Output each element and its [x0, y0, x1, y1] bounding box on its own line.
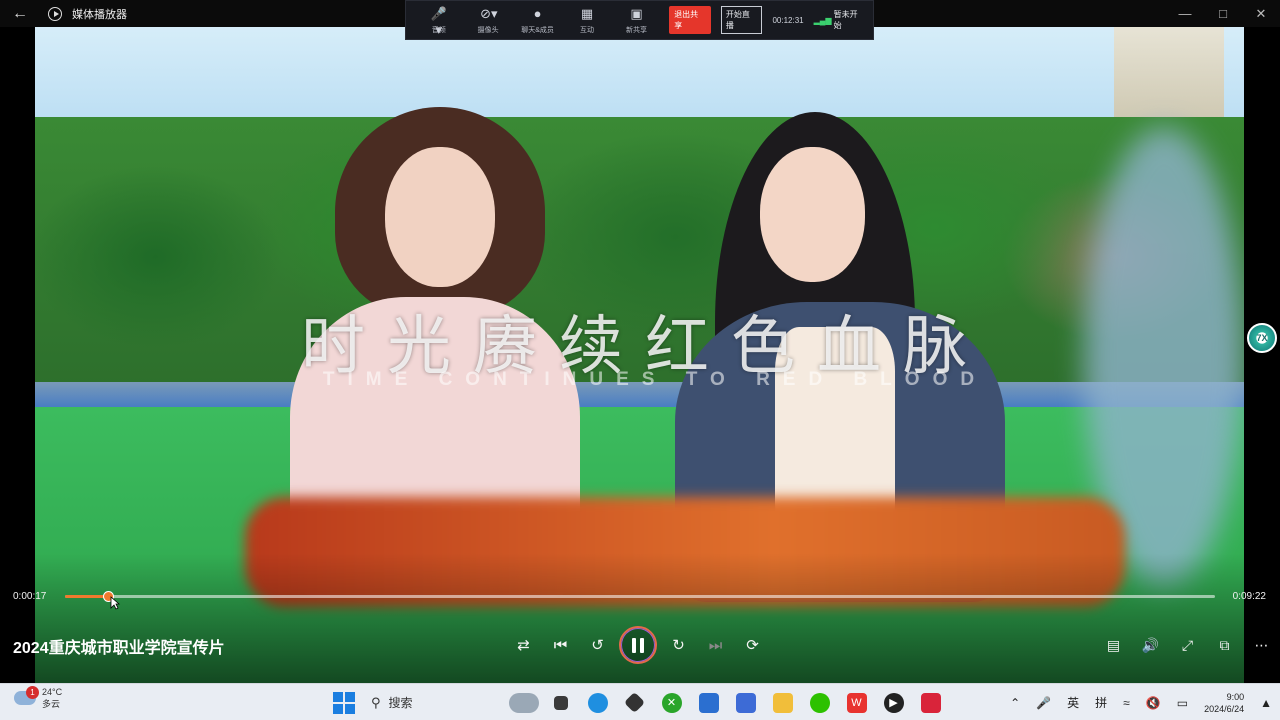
clock-time: 9:00 [1226, 691, 1245, 702]
total-time: 0:09:22 [1232, 591, 1266, 602]
floating-assistant-icon[interactable]: 7X [1247, 323, 1277, 353]
start-live-button[interactable]: 开始直播 [720, 6, 763, 34]
cube-app-icon[interactable] [616, 684, 653, 720]
meeting-status: ▂▄▆ 暂未开始 [814, 9, 865, 31]
meeting-toolbar: 🎤▾ 音频 ⊘▾ 摄像头 ● 聊天&成员 ▦ 互动 ▣ 新共享 退出共享 开始直… [405, 0, 874, 40]
taskbar: 1 24°C 多云 ⚲ 搜索 ✕ W ▶ ⌃ 🎤 英 拼 ≈ 🔇 ▭ 9:00 … [0, 683, 1280, 720]
grid-icon: ▦ [580, 5, 594, 21]
previous-icon[interactable]: ⏮ [542, 624, 579, 666]
system-tray: ⌃ 🎤 英 拼 ≈ 🔇 ▭ 9:00 2024/6/24 ▲ [1002, 684, 1280, 720]
file-explorer-icon[interactable] [764, 684, 801, 720]
camera-off-icon: ⊘▾ [480, 5, 498, 21]
clock-date: 2024/6/24 [1204, 703, 1245, 714]
meeting-members-label: 聊天&成员 [521, 26, 554, 34]
search-placeholder: 搜索 [388, 696, 413, 710]
wifi-icon[interactable]: ≈ [1115, 696, 1138, 710]
seek-bar[interactable] [65, 591, 1215, 602]
maximize-icon[interactable]: □ [1204, 0, 1242, 27]
mini-player-icon[interactable]: ⧉ [1206, 624, 1243, 666]
meeting-audio-label: 音频 [431, 26, 446, 34]
store-icon[interactable] [690, 684, 727, 720]
play-pause-button[interactable] [616, 624, 660, 666]
editor-app-icon[interactable] [727, 684, 764, 720]
close-icon[interactable]: ✕ [1242, 0, 1280, 27]
xbox-icon[interactable]: ✕ [653, 684, 690, 720]
weather-condition: 多云 [42, 699, 61, 709]
meeting-camera-label: 摄像头 [477, 26, 499, 34]
meeting-share-label: 新共享 [625, 26, 647, 34]
clock[interactable]: 9:00 2024/6/24 [1196, 691, 1252, 715]
floating-assistant-label: 7X [1256, 333, 1268, 343]
playback-controls: ⇄ ⏮ ↺ ↻ ⏭ ⟳ [505, 624, 771, 666]
cloud-icon: 1 [14, 686, 39, 705]
forward-30-icon[interactable]: ↻ [660, 624, 697, 666]
weather-scene-icon[interactable] [505, 684, 542, 720]
back-arrow-icon[interactable]: ← [0, 0, 40, 27]
volume-icon[interactable]: 🔊 [1132, 624, 1169, 666]
next-icon[interactable]: ⏭ [697, 624, 734, 666]
weather-temp: 24°C [42, 687, 63, 697]
window-controls: — □ ✕ [1166, 0, 1280, 27]
meeting-elapsed-time: 00:12:31 [772, 15, 804, 25]
repeat-icon[interactable]: ⟳ [734, 624, 771, 666]
seek-bar-row: 0:00:17 0:09:22 [0, 588, 1280, 606]
members-icon: ● [533, 5, 542, 21]
fullscreen-icon[interactable]: ⤢ [1169, 624, 1206, 666]
meeting-camera-button[interactable]: ⊘▾ 摄像头 [463, 1, 512, 39]
share-icon: ▣ [630, 5, 643, 21]
meeting-share-button[interactable]: ▣ 新共享 [612, 1, 661, 39]
media-player-app-icon [48, 6, 62, 21]
meeting-status-text: 暂未开始 [833, 10, 858, 30]
microphone-icon[interactable]: 🎤 [1028, 696, 1059, 710]
window-title: 媒体播放器 [72, 8, 127, 21]
edge-icon[interactable] [579, 684, 616, 720]
mouse-cursor-icon [110, 596, 120, 610]
notification-badge: 1 [26, 686, 39, 699]
video-person-left-face [385, 147, 495, 287]
minimize-icon[interactable]: — [1166, 0, 1204, 27]
language-indicator[interactable]: 英 [1059, 694, 1087, 711]
speaker-muted-icon[interactable]: 🔇 [1138, 696, 1169, 710]
weather-text: 24°C 多云 [42, 686, 62, 710]
rewind-10-icon[interactable]: ↺ [579, 624, 616, 666]
meeting-members-button[interactable]: ● 聊天&成员 [513, 1, 562, 39]
video-title: 2024重庆城市职业学院宣传片 [13, 640, 225, 657]
stop-share-button[interactable]: 退出共享 [669, 6, 711, 34]
mic-icon: 🎤▾ [430, 5, 447, 37]
current-time: 0:00:17 [13, 591, 47, 602]
subtitles-icon[interactable]: ▤ [1095, 624, 1132, 666]
signal-icon: ▂▄▆ [813, 15, 832, 25]
ime-indicator[interactable]: 拼 [1087, 694, 1115, 711]
meeting-interact-button[interactable]: ▦ 互动 [562, 1, 611, 39]
player-right-controls: ▤ 🔊 ⤢ ⧉ ⋯ [1095, 624, 1280, 666]
taskbar-center: ⚲ 搜索 ✕ W ▶ [333, 684, 949, 720]
media-player-taskbar-icon[interactable]: ▶ [875, 684, 912, 720]
search-icon: ⚲ [371, 694, 381, 710]
task-view-icon[interactable] [542, 684, 579, 720]
meeting-audio-button[interactable]: 🎤▾ 音频 [414, 1, 463, 39]
wechat-icon[interactable] [801, 684, 838, 720]
video-frame[interactable]: 时光赓续红色血脉 TIME CONTINUES TO RED BLOOD [35, 27, 1244, 683]
pause-icon [619, 626, 657, 664]
seek-bar-fill [65, 595, 108, 598]
video-caption-english: TIME CONTINUES TO RED BLOOD [322, 369, 988, 390]
battery-icon[interactable]: ▭ [1169, 696, 1196, 710]
more-options-icon[interactable]: ⋯ [1243, 624, 1280, 666]
taskbar-search[interactable]: ⚲ 搜索 [365, 689, 505, 717]
video-person-right-face [760, 147, 865, 282]
shuffle-icon[interactable]: ⇄ [505, 624, 542, 666]
wps-icon[interactable]: W [838, 684, 875, 720]
chevron-up-icon[interactable]: ⌃ [1002, 696, 1028, 710]
recorder-icon[interactable] [912, 684, 949, 720]
start-icon[interactable] [333, 691, 355, 714]
notification-bell-icon[interactable]: ▲ [1252, 696, 1280, 710]
meeting-interact-label: 互动 [580, 26, 595, 34]
weather-widget[interactable]: 1 24°C 多云 [14, 686, 62, 710]
